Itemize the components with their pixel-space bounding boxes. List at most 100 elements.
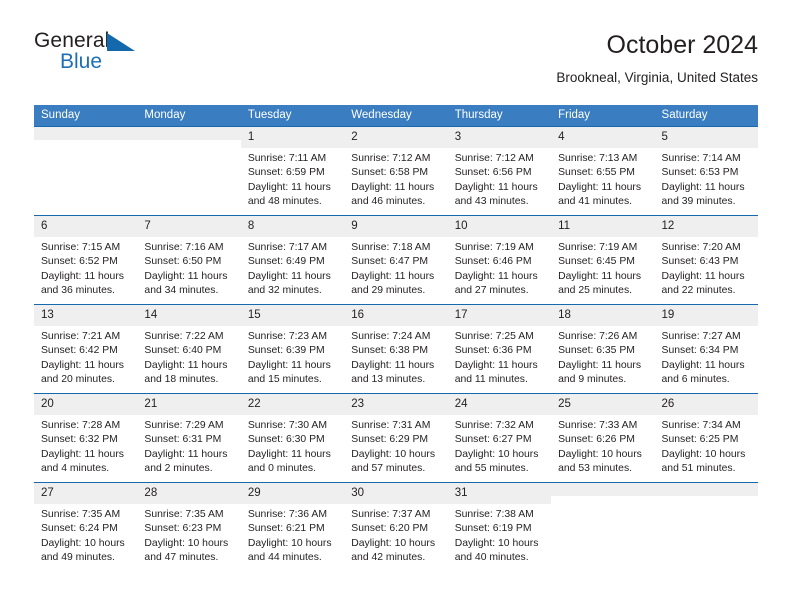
day-details: Sunrise: 7:34 AM Sunset: 6:25 PM Daylight:… (655, 415, 758, 477)
calendar-day-cell[interactable]: 2 Sunrise: 7:12 AM Sunset: 6:58 PM Daylight… (344, 126, 448, 216)
calendar-day-cell[interactable]: 18 Sunrise: 7:26 AM Sunset: 6:35 PM Dayligh… (551, 304, 655, 394)
day-number: 17 (447, 305, 552, 326)
calendar-day-cell[interactable]: 1 Sunrise: 7:11 AM Sunset: 6:59 PM Daylight… (240, 126, 345, 216)
sunrise-time: Sunrise: 7:15 AM (41, 242, 121, 253)
sunrise-time: Sunrise: 7:35 AM (144, 509, 224, 520)
day-details: Sunrise: 7:28 AM Sunset: 6:32 PM Daylight:… (34, 415, 137, 477)
calendar-day-cell[interactable]: 12 Sunrise: 7:20 AM Sunset: 6:43 PM Dayligh… (654, 215, 758, 305)
calendar-day-cell[interactable]: 7 Sunrise: 7:16 AM Sunset: 6:50 PM Daylight… (137, 215, 241, 305)
general-blue-logo[interactable]: General Blue (34, 30, 154, 86)
calendar-day-cell[interactable]: 6 Sunrise: 7:15 AM Sunset: 6:52 PM Daylight… (34, 215, 138, 305)
calendar-day-cell[interactable]: 4 Sunrise: 7:13 AM Sunset: 6:55 PM Daylight… (551, 126, 655, 216)
daylight-duration-line1: Daylight: 11 hours (351, 270, 435, 282)
calendar-week-row: 27 Sunrise: 7:35 AM Sunset: 6:24 PM Dayligh… (34, 482, 758, 572)
calendar-day-cell[interactable]: 23 Sunrise: 7:31 AM Sunset: 6:29 PM Dayligh… (344, 393, 448, 483)
calendar-day-cell[interactable]: 9 Sunrise: 7:18 AM Sunset: 6:47 PM Daylight… (344, 215, 448, 305)
sunset-time: Sunset: 6:58 PM (351, 167, 429, 179)
calendar-day-cell[interactable]: 19 Sunrise: 7:27 AM Sunset: 6:34 PM Dayligh… (654, 304, 758, 394)
sunrise-time: Sunrise: 7:22 AM (144, 331, 224, 342)
calendar-day-cell[interactable]: 22 Sunrise: 7:30 AM Sunset: 6:30 PM Dayligh… (240, 393, 345, 483)
day-details: Sunrise: 7:19 AM Sunset: 6:46 PM Daylight:… (448, 237, 551, 299)
logo-text-blue: Blue (60, 50, 103, 73)
calendar-day-cell[interactable]: 31 Sunrise: 7:38 AM Sunset: 6:19 PM Dayligh… (447, 482, 552, 572)
daylight-duration-line2: and 43 minutes. (454, 196, 529, 208)
daylight-duration-line1: Daylight: 11 hours (454, 181, 538, 193)
day-number: 9 (344, 216, 448, 237)
calendar-day-cell[interactable]: 17 Sunrise: 7:25 AM Sunset: 6:36 PM Dayligh… (447, 304, 552, 394)
daylight-duration-line1: Daylight: 11 hours (247, 448, 331, 460)
calendar-day-cell[interactable]: 26 Sunrise: 7:34 AM Sunset: 6:25 PM Dayligh… (654, 393, 758, 483)
daylight-duration-line2: and 6 minutes. (661, 374, 730, 386)
sunrise-time: Sunrise: 7:19 AM (454, 242, 534, 253)
sunset-time: Sunset: 6:25 PM (661, 434, 739, 446)
day-details: Sunrise: 7:26 AM Sunset: 6:35 PM Daylight:… (551, 326, 654, 388)
sunset-time: Sunset: 6:59 PM (247, 167, 325, 179)
sunset-time: Sunset: 6:52 PM (41, 256, 118, 268)
calendar-day-cell[interactable]: 5 Sunrise: 7:14 AM Sunset: 6:53 PM Daylight… (654, 126, 758, 216)
day-number: 11 (551, 216, 655, 237)
daylight-duration-line2: and 11 minutes. (454, 374, 528, 386)
daylight-duration-line1: Daylight: 10 hours (351, 537, 436, 549)
calendar-day-cell[interactable]: 28 Sunrise: 7:35 AM Sunset: 6:23 PM Dayligh… (137, 482, 241, 572)
day-number: 7 (137, 216, 241, 237)
daylight-duration-line1: Daylight: 10 hours (351, 448, 436, 460)
daylight-duration-line1: Daylight: 11 hours (558, 270, 642, 282)
calendar-day-cell[interactable]: 13 Sunrise: 7:21 AM Sunset: 6:42 PM Dayligh… (34, 304, 138, 394)
day-details: Sunrise: 7:18 AM Sunset: 6:47 PM Daylight:… (344, 237, 447, 299)
daylight-duration-line1: Daylight: 10 hours (454, 448, 539, 460)
daylight-duration-line1: Daylight: 11 hours (661, 270, 745, 282)
calendar-day-cell[interactable]: 3 Sunrise: 7:12 AM Sunset: 6:56 PM Daylight… (447, 126, 552, 216)
calendar-day-cell[interactable]: 25 Sunrise: 7:33 AM Sunset: 6:26 PM Dayligh… (551, 393, 655, 483)
day-number: 20 (34, 394, 138, 415)
sunset-time: Sunset: 6:50 PM (144, 256, 222, 268)
calendar-day-cell[interactable]: 27 Sunrise: 7:35 AM Sunset: 6:24 PM Dayligh… (34, 482, 138, 572)
day-number: 30 (344, 483, 448, 504)
sunrise-time: Sunrise: 7:32 AM (454, 420, 534, 431)
day-number: 16 (344, 305, 448, 326)
daylight-duration-line1: Daylight: 11 hours (247, 181, 331, 193)
calendar-day-cell[interactable]: 20 Sunrise: 7:28 AM Sunset: 6:32 PM Dayligh… (34, 393, 138, 483)
sunrise-time: Sunrise: 7:19 AM (558, 242, 638, 253)
sunset-time: Sunset: 6:30 PM (247, 434, 325, 446)
daylight-duration-line1: Daylight: 11 hours (144, 359, 228, 371)
sunrise-time: Sunrise: 7:37 AM (351, 509, 431, 520)
day-number: 6 (34, 216, 138, 237)
sunset-time: Sunset: 6:53 PM (661, 167, 739, 179)
day-details: Sunrise: 7:19 AM Sunset: 6:45 PM Daylight:… (551, 237, 654, 299)
sunset-time: Sunset: 6:47 PM (351, 256, 429, 268)
calendar-day-cell[interactable]: 21 Sunrise: 7:29 AM Sunset: 6:31 PM Dayligh… (137, 393, 241, 483)
sunrise-time: Sunrise: 7:35 AM (41, 509, 121, 520)
daylight-duration-line2: and 39 minutes. (661, 196, 736, 208)
day-details: Sunrise: 7:25 AM Sunset: 6:36 PM Daylight:… (448, 326, 551, 388)
day-number: 18 (551, 305, 655, 326)
calendar-day-cell[interactable]: 11 Sunrise: 7:19 AM Sunset: 6:45 PM Dayligh… (551, 215, 655, 305)
daylight-duration-line2: and 15 minutes. (247, 374, 322, 386)
daylight-duration-line2: and 46 minutes. (351, 196, 426, 208)
calendar-day-cell[interactable]: 15 Sunrise: 7:23 AM Sunset: 6:39 PM Dayligh… (240, 304, 345, 394)
sunset-time: Sunset: 6:21 PM (247, 523, 325, 535)
calendar-table: Sunday Monday Tuesday Wednesday Thursday Frid… (34, 105, 758, 572)
day-number: 27 (34, 483, 138, 504)
title-block: October 2024 Brookneal, Virginia, United… (556, 30, 758, 88)
calendar-body: 1 Sunrise: 7:11 AM Sunset: 6:59 PM Daylight… (34, 126, 758, 572)
sunrise-time: Sunrise: 7:30 AM (247, 420, 327, 431)
calendar-day-cell[interactable]: 8 Sunrise: 7:17 AM Sunset: 6:49 PM Daylight… (240, 215, 345, 305)
sunset-time: Sunset: 6:55 PM (558, 167, 635, 179)
daylight-duration-line2: and 27 minutes. (454, 285, 529, 297)
day-details: Sunrise: 7:14 AM Sunset: 6:53 PM Daylight:… (655, 148, 758, 210)
day-number: 14 (137, 305, 241, 326)
calendar-day-cell[interactable]: 16 Sunrise: 7:24 AM Sunset: 6:38 PM Dayligh… (344, 304, 448, 394)
calendar-page: General Blue October 2024 Brookneal, Vir… (0, 0, 792, 612)
calendar-day-cell[interactable]: 30 Sunrise: 7:37 AM Sunset: 6:20 PM Dayligh… (344, 482, 448, 572)
calendar-day-cell[interactable]: 29 Sunrise: 7:36 AM Sunset: 6:21 PM Dayligh… (240, 482, 345, 572)
sunrise-time: Sunrise: 7:33 AM (558, 420, 638, 431)
day-details: Sunrise: 7:36 AM Sunset: 6:21 PM Daylight:… (241, 504, 344, 566)
calendar-day-cell[interactable]: 10 Sunrise: 7:19 AM Sunset: 6:46 PM Dayligh… (447, 215, 552, 305)
calendar-day-cell[interactable]: 24 Sunrise: 7:32 AM Sunset: 6:27 PM Dayligh… (447, 393, 552, 483)
calendar-day-cell[interactable]: 14 Sunrise: 7:22 AM Sunset: 6:40 PM Dayligh… (137, 304, 241, 394)
weekday-header-sunday: Sunday (34, 105, 138, 127)
page-title: October 2024 (606, 31, 759, 59)
daylight-duration-line2: and 41 minutes. (558, 196, 633, 208)
daylight-duration-line2: and 55 minutes. (454, 463, 529, 475)
day-details: Sunrise: 7:21 AM Sunset: 6:42 PM Daylight:… (34, 326, 137, 388)
